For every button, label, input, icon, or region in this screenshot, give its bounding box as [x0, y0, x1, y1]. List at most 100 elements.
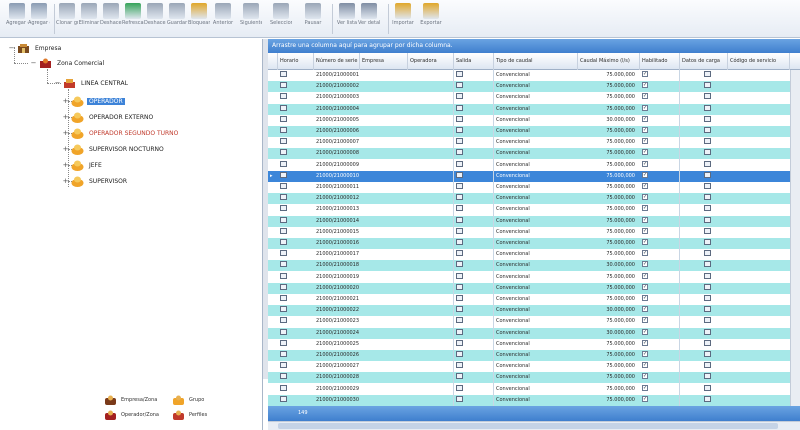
schedule-cell[interactable]: [278, 92, 314, 103]
load-data-cell[interactable]: [680, 115, 728, 126]
load-data-cell[interactable]: [680, 260, 728, 271]
row-selector[interactable]: [268, 81, 278, 92]
load-data-cell[interactable]: [680, 81, 728, 92]
column-header[interactable]: Código de servicio: [728, 53, 790, 70]
table-row[interactable]: 21000/21000001 Convencional 75.000,000 ✓: [268, 70, 790, 81]
column-header[interactable]: Tipo de caudal: [494, 53, 578, 70]
schedule-cell[interactable]: [278, 395, 314, 406]
enabled-checkbox[interactable]: ✓: [642, 205, 648, 212]
schedule-cell[interactable]: [278, 249, 314, 260]
table-row[interactable]: 21000/21000028 Convencional 75.000,000 ✓: [268, 372, 790, 384]
schedule-cell[interactable]: [278, 171, 314, 182]
enabled-checkbox[interactable]: ✓: [642, 362, 648, 369]
output-cell[interactable]: [454, 249, 494, 260]
enabled-cell[interactable]: ✓: [640, 350, 680, 361]
output-cell[interactable]: [454, 193, 494, 204]
enabled-checkbox[interactable]: ✓: [642, 384, 648, 391]
output-cell[interactable]: [454, 305, 494, 316]
output-button[interactable]: [456, 239, 463, 245]
load-data-cell[interactable]: [680, 92, 728, 103]
schedule-button[interactable]: [280, 115, 287, 122]
schedule-cell[interactable]: [278, 238, 314, 249]
schedule-cell[interactable]: [278, 126, 314, 137]
collapse-icon[interactable]: −: [8, 44, 15, 52]
output-cell[interactable]: [454, 328, 494, 339]
expand-icon[interactable]: +: [62, 161, 69, 169]
enabled-checkbox[interactable]: ✓: [642, 82, 648, 89]
tree-node-zone[interactable]: − Zona Comercial: [30, 57, 106, 69]
output-cell[interactable]: [454, 384, 494, 395]
output-button[interactable]: [456, 115, 463, 122]
table-row[interactable]: 21000/21000019 Convencional 75.000,000 ✓: [268, 272, 790, 283]
enabled-cell[interactable]: ✓: [640, 238, 680, 249]
output-button[interactable]: [456, 261, 463, 268]
output-button[interactable]: [456, 384, 463, 391]
row-selector[interactable]: [268, 216, 278, 227]
output-cell[interactable]: [454, 283, 494, 294]
output-cell[interactable]: [454, 350, 494, 361]
load-data-button[interactable]: [704, 272, 711, 279]
schedule-cell[interactable]: [278, 104, 314, 115]
toolbar-button-clone[interactable]: Clonar grupo: [56, 2, 78, 36]
schedule-button[interactable]: [280, 239, 287, 245]
enabled-cell[interactable]: ✓: [640, 182, 680, 193]
load-data-cell[interactable]: [680, 350, 728, 361]
load-data-button[interactable]: [704, 71, 711, 77]
output-cell[interactable]: [454, 160, 494, 171]
load-data-cell[interactable]: [680, 182, 728, 193]
output-cell[interactable]: [454, 339, 494, 350]
column-header[interactable]: Habilitado: [640, 53, 680, 70]
table-row[interactable]: 21000/21000011 Convencional 75.000,000 ✓: [268, 182, 790, 193]
enabled-checkbox[interactable]: ✓: [642, 395, 648, 402]
enabled-cell[interactable]: ✓: [640, 328, 680, 339]
table-row[interactable]: 21000/21000024 Convencional 30.000,000 ✓: [268, 327, 790, 339]
output-cell[interactable]: [454, 104, 494, 115]
load-data-button[interactable]: [704, 149, 711, 156]
load-data-button[interactable]: [704, 183, 711, 189]
enabled-cell[interactable]: ✓: [640, 395, 680, 406]
expand-icon[interactable]: +: [62, 129, 69, 137]
enabled-checkbox[interactable]: ✓: [642, 115, 648, 122]
schedule-cell[interactable]: [278, 115, 314, 126]
enabled-checkbox[interactable]: ✓: [642, 149, 648, 156]
schedule-cell[interactable]: [278, 272, 314, 283]
output-button[interactable]: [456, 317, 463, 324]
load-data-button[interactable]: [704, 194, 711, 201]
table-row[interactable]: 21000/21000026 Convencional 75.000,000 ✓: [268, 350, 790, 361]
schedule-cell[interactable]: [278, 227, 314, 238]
schedule-button[interactable]: [280, 205, 287, 212]
table-row[interactable]: ▸ 21000/21000010 Convencional 75.000,000 ✓: [268, 170, 790, 182]
schedule-button[interactable]: [280, 194, 287, 201]
load-data-button[interactable]: [704, 283, 711, 290]
enabled-cell[interactable]: ✓: [640, 227, 680, 238]
schedule-cell[interactable]: [278, 372, 314, 383]
tree-node-group[interactable]: + SUPERVISOR: [62, 175, 129, 187]
column-header[interactable]: Caudal Máximo (l/s): [578, 53, 640, 70]
schedule-button[interactable]: [280, 317, 287, 324]
tree-node-group[interactable]: + OPERADOR: [62, 95, 125, 107]
load-data-cell[interactable]: [680, 216, 728, 227]
expand-icon[interactable]: +: [62, 97, 69, 105]
schedule-button[interactable]: [280, 138, 287, 145]
toolbar-button-save[interactable]: Guardar: [166, 2, 188, 36]
tree-node-group[interactable]: + OPERADOR SEGUNDO TURNO: [62, 127, 180, 139]
enabled-cell[interactable]: ✓: [640, 92, 680, 103]
tree-node-line[interactable]: − LINEA CENTRAL: [54, 77, 130, 89]
enabled-checkbox[interactable]: ✓: [642, 306, 648, 313]
table-row[interactable]: 21000/21000012 Convencional 75.000,000 ✓: [268, 193, 790, 205]
enabled-cell[interactable]: ✓: [640, 249, 680, 260]
schedule-button[interactable]: [280, 295, 287, 301]
enabled-cell[interactable]: ✓: [640, 81, 680, 92]
output-cell[interactable]: [454, 137, 494, 148]
output-button[interactable]: [456, 104, 463, 111]
output-button[interactable]: [456, 306, 463, 313]
enabled-checkbox[interactable]: ✓: [642, 216, 648, 223]
schedule-button[interactable]: [280, 216, 287, 223]
output-cell[interactable]: [454, 182, 494, 193]
schedule-button[interactable]: [280, 104, 287, 111]
output-cell[interactable]: [454, 238, 494, 249]
schedule-cell[interactable]: [278, 316, 314, 327]
output-button[interactable]: [456, 216, 463, 223]
output-cell[interactable]: [454, 216, 494, 227]
row-selector[interactable]: [268, 328, 278, 339]
